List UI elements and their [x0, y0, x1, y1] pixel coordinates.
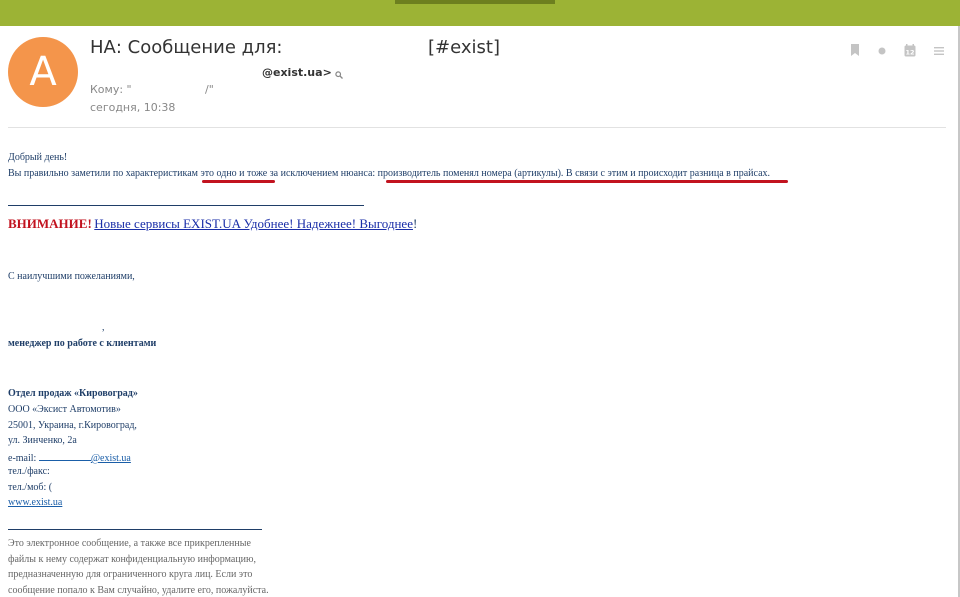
promo-suffix: !: [412, 216, 418, 231]
sender-address[interactable]: @exist.ua>: [262, 66, 343, 79]
disclaimer-separator: [8, 529, 262, 530]
top-bar: [0, 0, 960, 26]
email-label: e-mail:: [8, 453, 39, 464]
fax-line: тел./факс:: [8, 466, 50, 477]
email-user-redacted: [38, 451, 91, 461]
reply-text: Вы правильно заметили по характеристикам…: [8, 168, 771, 179]
role-text: менеджер по работе с клиентами: [8, 338, 157, 349]
highlight-underline-1: [202, 180, 275, 183]
recipient-line[interactable]: Кому: ": [90, 83, 132, 96]
greeting-text: Добрый день!: [8, 152, 68, 163]
company-name: ООО «Эксист Автомотив»: [8, 404, 121, 415]
name-comma: ,: [102, 322, 105, 333]
highlight-underline-2: [386, 180, 788, 183]
menu-icon[interactable]: [934, 46, 944, 56]
dot-icon[interactable]: [878, 47, 886, 55]
disclaimer-line-1: Это электронное сообщение, а также все п…: [8, 538, 251, 549]
separator-line: [8, 205, 364, 206]
message-subject-tag: [#exist]: [428, 37, 500, 58]
top-bar-notch: [395, 0, 555, 4]
header-divider: [8, 127, 946, 128]
message-date: сегодня, 10:38: [90, 101, 176, 114]
search-icon[interactable]: [335, 69, 343, 79]
regards-text: С наилучшими пожеланиями,: [8, 271, 135, 282]
message-subject: НА: Сообщение для:: [90, 37, 283, 58]
email-line: e-mail: @exist.ua: [8, 451, 131, 464]
website-link[interactable]: www.exist.ua: [8, 497, 62, 508]
disclaimer-line-4: сообщение попало к Вам случайно, удалите…: [8, 585, 269, 596]
disclaimer-line-2: файлы к нему содержат конфиденциальную и…: [8, 554, 257, 565]
message-view: A НА: Сообщение для: [#exist] @exist.ua>…: [0, 26, 960, 597]
promo-link[interactable]: Новые сервисы EXIST.UA Удобнее! Надежнее…: [94, 216, 413, 231]
message-actions: 12: [850, 44, 944, 57]
calendar-icon[interactable]: 12: [904, 44, 916, 57]
promo-line: ВНИМАНИЕ! Новые сервисы EXIST.UA Удобнее…: [8, 216, 417, 232]
warning-label: ВНИМАНИЕ!: [8, 216, 92, 231]
sender-avatar[interactable]: A: [8, 37, 78, 107]
bookmark-icon[interactable]: [850, 44, 860, 57]
mobile-line: тел./моб: (: [8, 482, 53, 493]
disclaimer-line-3: предназначенную для ограниченного круга …: [8, 569, 253, 580]
address-line-2: ул. Зинченко, 2а: [8, 435, 77, 446]
email-link[interactable]: @exist.ua: [38, 451, 131, 464]
address-line-1: 25001, Украина, г.Кировоград,: [8, 420, 137, 431]
calendar-day: 12: [905, 49, 914, 57]
recipient-end: /": [205, 83, 214, 96]
email-domain[interactable]: @exist.ua: [91, 453, 131, 464]
sender-email[interactable]: @exist.ua>: [262, 66, 332, 79]
department-name: Отдел продаж «Кировоград»: [8, 388, 138, 399]
